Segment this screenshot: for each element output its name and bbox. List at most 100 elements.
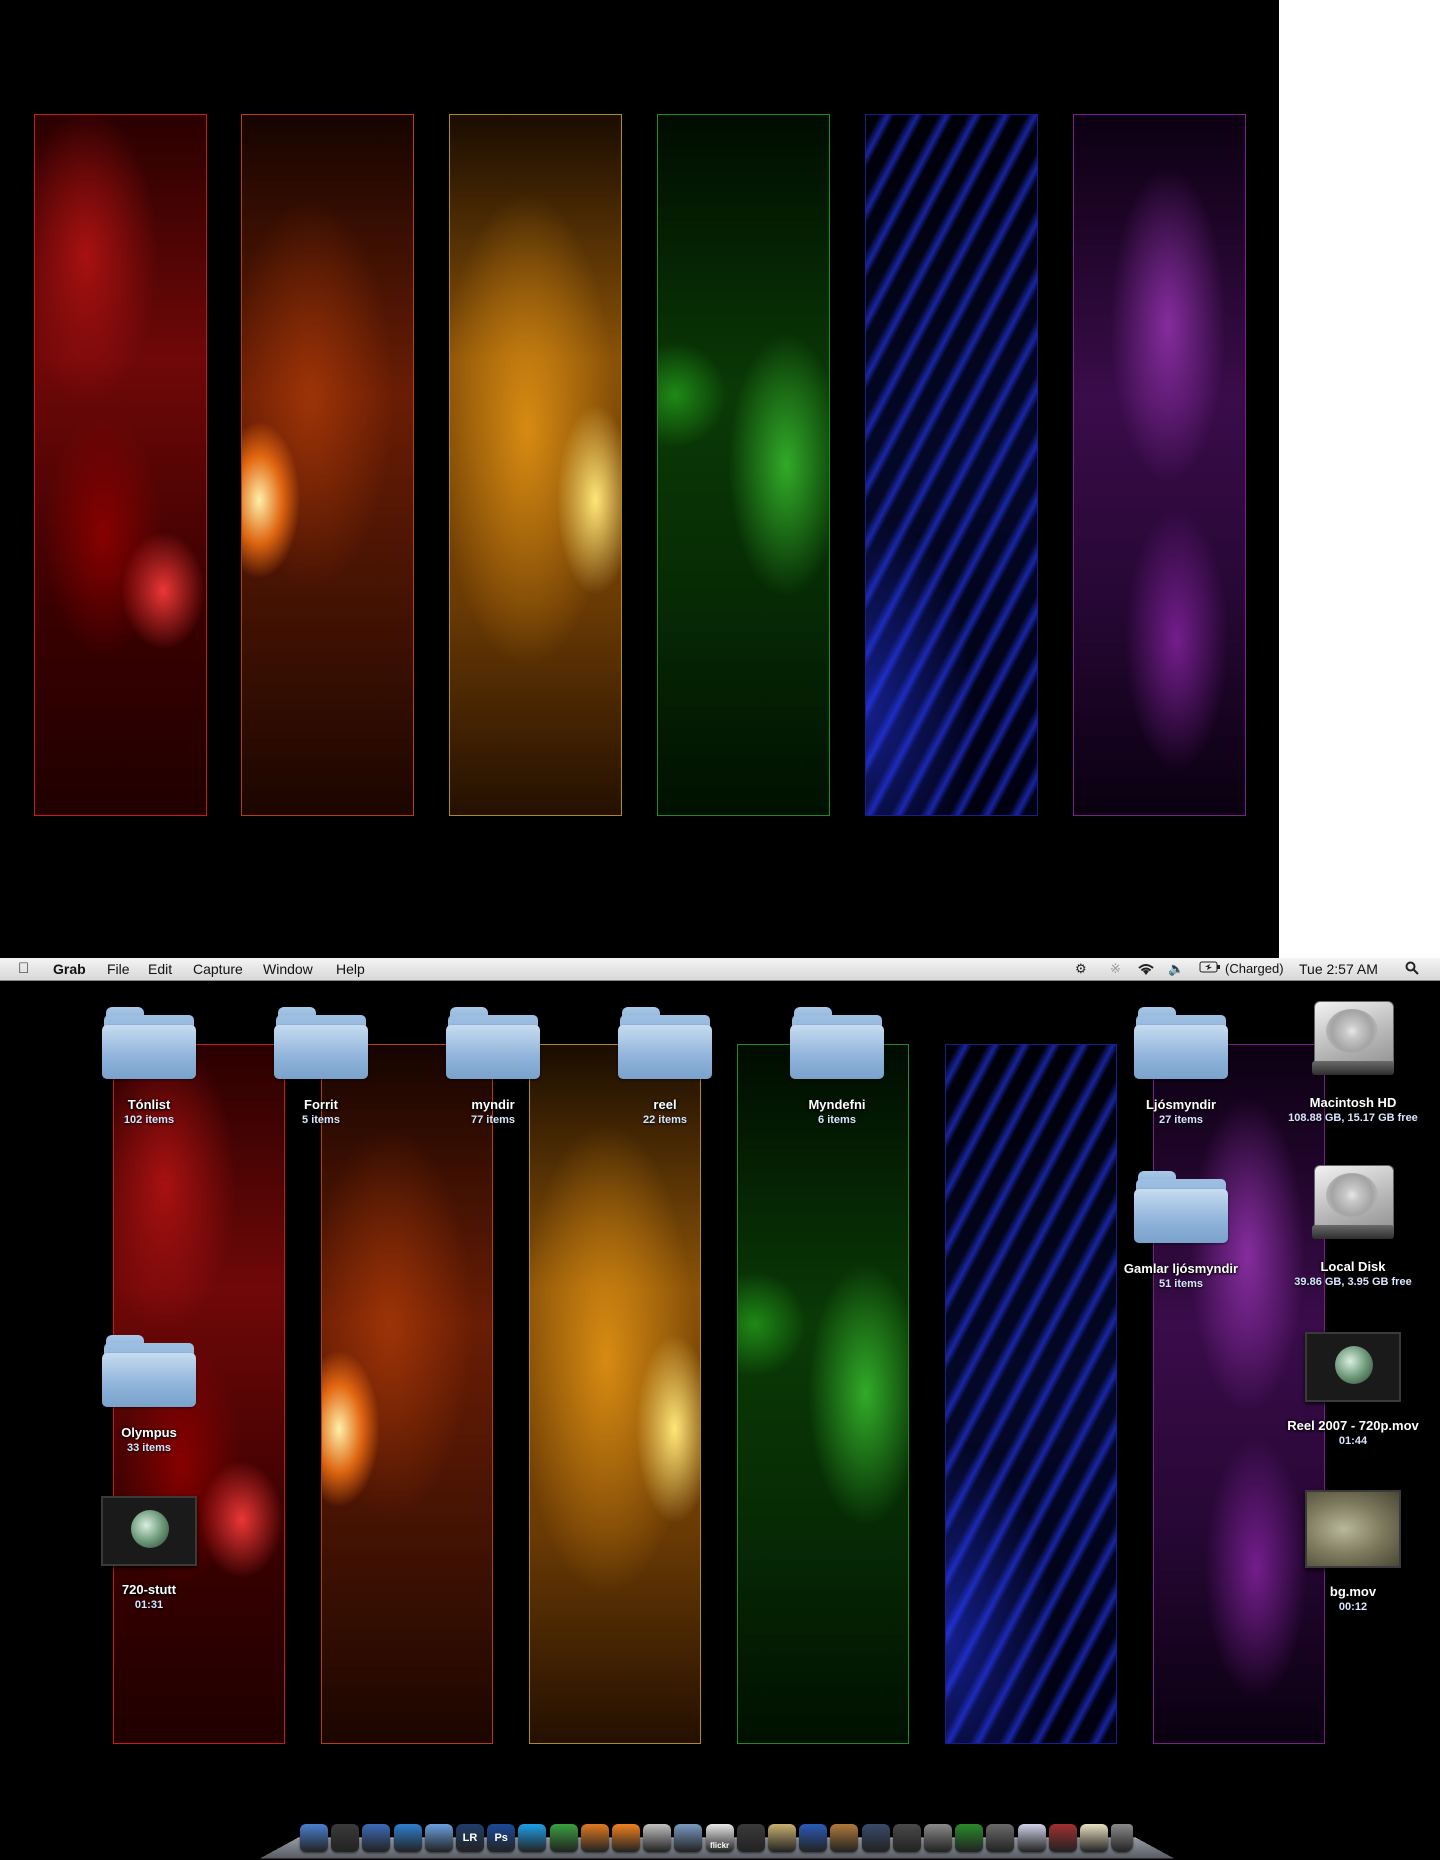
drive-info: 108.88 GB, 15.17 GB free (1288, 1112, 1418, 1124)
folder-reel[interactable]: reel 22 items (590, 1007, 740, 1127)
app-store-icon[interactable] (986, 1824, 1015, 1852)
folder-info: 51 items (1158, 1278, 1204, 1290)
apple-menu-icon[interactable]:  (18, 960, 29, 977)
menu-app-grab[interactable]: Grab (53, 961, 86, 977)
folder-olympus[interactable]: Olympus 33 items (74, 1335, 224, 1455)
desktop[interactable]:  Grab File Edit Capture Window Help ⚙ ※… (0, 958, 1440, 1860)
movie-thumbnail-icon (1305, 1490, 1401, 1568)
folder-ljosmyndir[interactable]: Ljósmyndir 27 items (1106, 1007, 1256, 1127)
wifi-icon[interactable] (1136, 961, 1156, 979)
folder-info: 77 items (470, 1114, 516, 1126)
transmit-icon[interactable]: flickr (705, 1824, 734, 1852)
wallpaper-panel-yellow (449, 114, 622, 816)
menu-file[interactable]: File (107, 961, 130, 977)
folder-icon (102, 1007, 196, 1079)
itunes-icon[interactable] (424, 1824, 453, 1852)
expose-icon[interactable] (861, 1824, 890, 1852)
folder-label: Ljósmyndir (1145, 1097, 1217, 1112)
vlc-icon[interactable] (612, 1824, 640, 1852)
lightroom-icon[interactable]: LR (456, 1824, 484, 1852)
folder-icon (790, 1007, 884, 1079)
safari-icon[interactable] (393, 1824, 422, 1852)
folder-label: Forrit (304, 1097, 338, 1112)
movie-duration: 00:12 (1338, 1601, 1368, 1613)
folder-myndefni[interactable]: Myndefni 6 items (762, 1007, 912, 1127)
dashboard-icon[interactable] (331, 1824, 360, 1852)
finder-icon[interactable] (300, 1824, 328, 1852)
downloads-stack-icon[interactable] (1080, 1824, 1108, 1852)
wallpaper-panel-orange (241, 114, 414, 816)
garageband-icon[interactable] (830, 1824, 859, 1852)
skype-icon[interactable] (518, 1824, 547, 1852)
drive-label: Local Disk (1320, 1259, 1386, 1274)
desktop-panel-green (737, 1044, 909, 1744)
wallpaper-preview (0, 0, 1279, 958)
battery-icon[interactable] (1199, 961, 1221, 976)
final-cut-icon[interactable] (736, 1824, 765, 1852)
imovie-icon[interactable] (768, 1824, 796, 1852)
wallpaper-panel-blue (865, 114, 1038, 816)
movie-duration: 01:44 (1338, 1435, 1368, 1447)
applications-stack-icon[interactable] (1048, 1824, 1077, 1852)
trash-icon[interactable] (1111, 1824, 1134, 1852)
menu-edit[interactable]: Edit (148, 961, 172, 977)
wallpaper-panel-purple (1073, 114, 1246, 816)
system-preferences-icon[interactable] (924, 1824, 952, 1852)
folder-info: 102 items (123, 1114, 175, 1126)
movie-duration: 01:31 (134, 1599, 164, 1611)
folder-gamlar-ljosmyndir[interactable]: Gamlar ljósmyndir 51 items (1106, 1171, 1256, 1291)
drive-info: 39.86 GB, 3.95 GB free (1294, 1276, 1412, 1288)
menu-help[interactable]: Help (336, 961, 365, 977)
movie-720-stutt[interactable]: 720-stutt 01:31 (74, 1496, 224, 1612)
menubar-clock[interactable]: Tue 2:57 AM (1299, 961, 1378, 977)
movie-thumbnail-icon (1305, 1332, 1401, 1402)
quicktime-icon[interactable] (799, 1824, 828, 1852)
documents-stack-icon[interactable] (1017, 1824, 1046, 1852)
textwrangler-icon[interactable] (643, 1824, 672, 1852)
volume-icon[interactable]: 🔈 (1168, 961, 1184, 977)
bluetooth-icon[interactable]: ※ (1110, 961, 1121, 977)
iphoto-icon[interactable] (674, 1824, 703, 1852)
folder-label: Tónlist (127, 1097, 171, 1112)
wallpaper-panel-green (657, 114, 830, 816)
desktop-panel-blue (945, 1044, 1117, 1744)
adium-icon[interactable] (549, 1824, 578, 1852)
folder-icon (446, 1007, 540, 1079)
folder-info: 22 items (642, 1114, 688, 1126)
menu-capture[interactable]: Capture (193, 961, 243, 977)
menu-window[interactable]: Window (263, 961, 313, 977)
folder-myndir[interactable]: myndir 77 items (418, 1007, 568, 1127)
desktop-panel-orange (321, 1044, 493, 1744)
folder-info: 5 items (302, 1114, 340, 1126)
folder-icon (1134, 1007, 1228, 1079)
folder-icon (618, 1007, 712, 1079)
movie-label: bg.mov (1329, 1584, 1377, 1599)
timemachine-icon[interactable]: ⚙ (1075, 961, 1087, 977)
movie-bg[interactable]: bg.mov 00:12 (1278, 1490, 1428, 1614)
hard-drive-icon (1310, 1159, 1396, 1245)
folder-tonlist[interactable]: Tónlist 102 items (74, 1007, 224, 1127)
folder-forrit[interactable]: Forrit 5 items (246, 1007, 396, 1127)
drive-macintosh-hd[interactable]: Macintosh HD 108.88 GB, 15.17 GB free (1278, 995, 1428, 1125)
folder-info: 6 items (818, 1114, 856, 1126)
photoshop-icon[interactable]: Ps (487, 1824, 516, 1852)
xcode-icon[interactable] (955, 1824, 984, 1852)
folder-label: Olympus (121, 1425, 177, 1440)
movie-reel-2007[interactable]: Reel 2007 - 720p.mov 01:44 (1278, 1332, 1428, 1448)
folder-icon (102, 1335, 196, 1407)
timemachine-icon[interactable] (892, 1824, 921, 1852)
preview-icon[interactable] (362, 1824, 391, 1852)
dock: LR Ps flickr (260, 1820, 1174, 1860)
folder-info: 27 items (1158, 1114, 1204, 1126)
movie-label: Reel 2007 - 720p.mov (1287, 1418, 1419, 1433)
folder-label: Myndefni (808, 1097, 866, 1112)
folder-label: reel (653, 1097, 677, 1112)
drive-local-disk[interactable]: Local Disk 39.86 GB, 3.95 GB free (1278, 1159, 1428, 1289)
blender-icon[interactable] (580, 1824, 609, 1852)
spotlight-icon[interactable] (1405, 961, 1419, 978)
folder-info: 33 items (126, 1442, 172, 1454)
drive-label: Macintosh HD (1309, 1095, 1397, 1110)
battery-status[interactable]: (Charged) (1225, 961, 1284, 976)
desktop-panel-yellow (529, 1044, 701, 1744)
folder-label: myndir (471, 1097, 515, 1112)
